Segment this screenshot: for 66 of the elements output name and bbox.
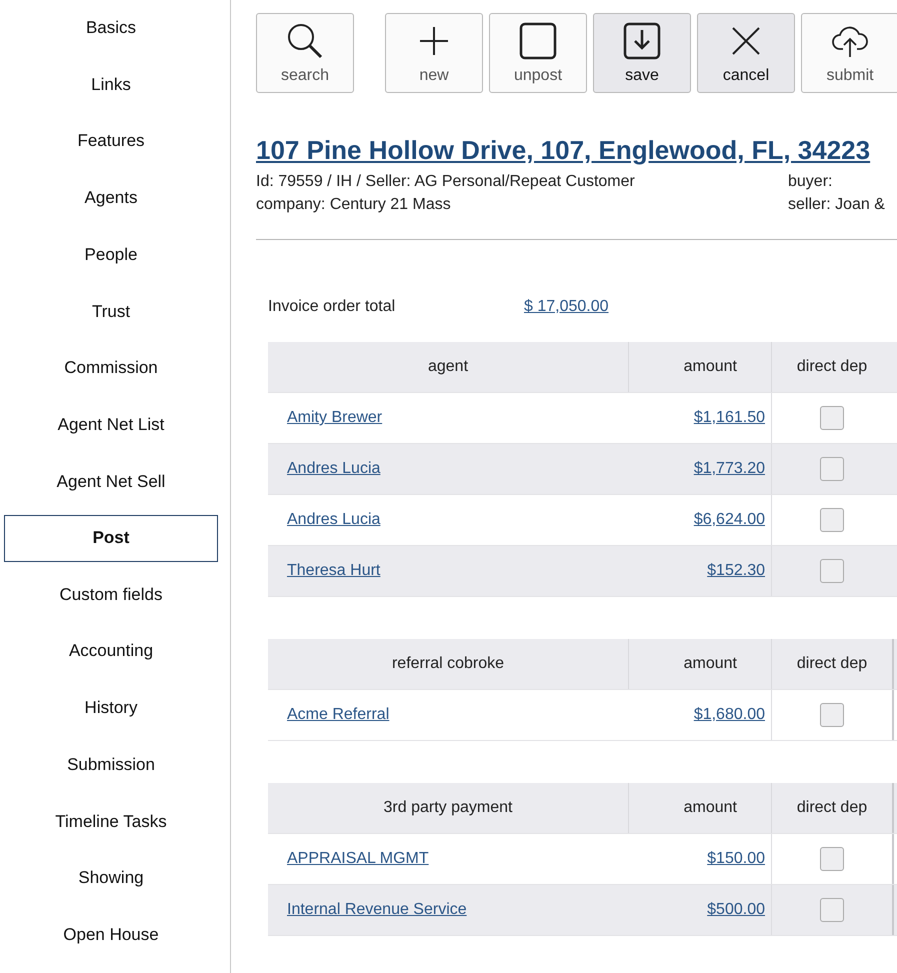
direct-deposit-checkbox[interactable] (820, 898, 844, 922)
column-header: direct dep (796, 357, 868, 377)
info-text: Id: 79559 / IH / Seller: AG Personal/Repeat Customer (256, 173, 636, 191)
address-title-link[interactable]: 107 Pine Hollow Drive, 107, Englewood, FL, 34223 (256, 135, 870, 166)
save-icon (623, 22, 661, 60)
sidebar-item[interactable]: Open House (4, 916, 218, 954)
column-header: direct dep (796, 654, 868, 674)
column-header: amount (629, 342, 772, 392)
column-header: direct dep (796, 798, 868, 818)
info-text: seller: Joan & (788, 196, 886, 214)
plus-icon (418, 25, 450, 57)
sidebar-item[interactable]: Agents (4, 179, 218, 217)
column-header: referral cobroke (268, 639, 629, 689)
search-icon (285, 21, 325, 61)
toolbar-button[interactable]: new (385, 13, 483, 93)
direct-deposit-checkbox[interactable] (820, 508, 844, 532)
payee-link[interactable]: Amity Brewer (287, 409, 382, 427)
payee-link[interactable]: APPRAISAL MGMT (287, 850, 429, 868)
sidebar-item[interactable]: Features (4, 122, 218, 160)
close-icon (730, 25, 762, 57)
direct-deposit-checkbox[interactable] (820, 847, 844, 871)
cloud-upload-icon (831, 24, 869, 58)
column-header: amount (629, 639, 772, 689)
toolbar-button[interactable]: unpost (489, 13, 587, 93)
toolbar-button[interactable]: submit (801, 13, 897, 93)
amount-link[interactable]: $6,624.00 (694, 511, 765, 529)
total-amount-link[interactable]: $ 17,050.00 (524, 298, 609, 316)
info-text: company: Century 21 Mass (256, 196, 452, 214)
amount-link[interactable]: $150.00 (707, 850, 765, 868)
sidebar-item[interactable]: People (4, 236, 218, 274)
sidebar-item[interactable]: Timeline Tasks (4, 802, 218, 840)
toolbar-button[interactable]: search (256, 13, 354, 93)
direct-deposit-checkbox[interactable] (820, 406, 844, 430)
sidebar-item[interactable]: Trust (4, 292, 218, 330)
column-header: agent (268, 342, 629, 392)
sidebar-item[interactable]: Links (4, 66, 218, 104)
sidebar-item[interactable]: History (4, 689, 218, 727)
amount-link[interactable]: $1,773.20 (694, 460, 765, 478)
sidebar-item[interactable]: Agent Net List (4, 406, 218, 444)
payee-link[interactable]: Andres Lucia (287, 460, 380, 478)
sidebar-item[interactable]: Custom fields (4, 576, 218, 614)
total-label: Invoice order total (268, 298, 396, 316)
column-header: 3rd party payment (268, 783, 629, 833)
sidebar-item[interactable]: Showing (4, 859, 218, 898)
direct-deposit-checkbox[interactable] (820, 703, 844, 727)
toolbar-button[interactable]: cancel (697, 13, 795, 93)
sidebar-item[interactable]: Basics (4, 9, 218, 47)
amount-link[interactable]: $152.30 (707, 562, 765, 580)
payee-link[interactable]: Acme Referral (287, 706, 390, 724)
square-icon (519, 22, 557, 60)
sidebar-item[interactable]: Post (4, 514, 218, 562)
sidebar-item[interactable]: Accounting (4, 632, 218, 670)
toolbar-button[interactable]: save (593, 13, 691, 93)
sidebar-item[interactable]: Submission (4, 746, 218, 784)
payee-link[interactable]: Internal Revenue Service (287, 901, 467, 919)
amount-link[interactable]: $500.00 (707, 901, 765, 919)
payee-link[interactable]: Andres Lucia (287, 511, 380, 529)
info-text: buyer: (788, 173, 834, 191)
sidebar-item[interactable]: Agent Net Sell (4, 462, 218, 501)
amount-link[interactable]: $1,161.50 (694, 409, 765, 427)
column-header: amount (629, 783, 772, 833)
amount-link[interactable]: $1,680.00 (694, 706, 765, 724)
direct-deposit-checkbox[interactable] (820, 559, 844, 583)
direct-deposit-checkbox[interactable] (820, 457, 844, 481)
sidebar-item[interactable]: Commission (4, 349, 218, 388)
payee-link[interactable]: Theresa Hurt (287, 562, 380, 580)
